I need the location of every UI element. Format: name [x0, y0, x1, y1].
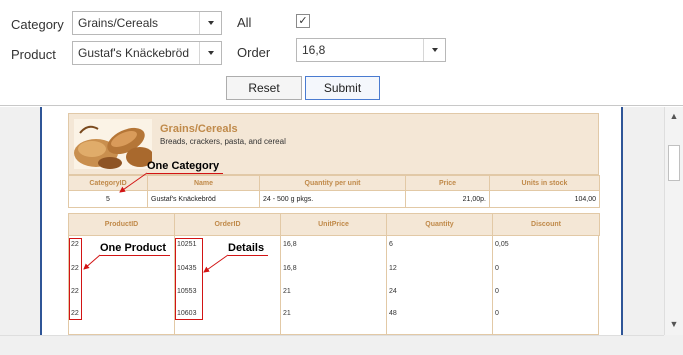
arrow-down-icon[interactable]: ▼ [665, 317, 683, 331]
horizontal-scrollbar[interactable] [0, 335, 664, 355]
vertical-scrollbar[interactable]: ▲ ▼ [664, 107, 683, 335]
order-combo-value: 16,8 [302, 43, 326, 57]
annotation-arrows [83, 172, 229, 273]
submit-button[interactable]: Submit [305, 76, 380, 100]
all-checkbox[interactable]: ✓ [296, 14, 310, 28]
arrow-up-icon[interactable]: ▲ [665, 109, 683, 123]
category-combo-value: Grains/Cereals [78, 16, 159, 30]
scroll-thumb[interactable] [668, 145, 680, 181]
all-label: All [237, 15, 252, 30]
product-label: Product [11, 47, 56, 62]
order-combo[interactable]: 16,8 [296, 38, 446, 62]
chevron-down-icon[interactable] [199, 42, 221, 64]
chevron-down-icon[interactable] [423, 39, 445, 61]
product-combo[interactable]: Gustaf's Knäckebröd [72, 41, 222, 65]
chevron-down-icon[interactable] [199, 12, 221, 34]
category-label: Category [11, 17, 64, 32]
report-viewer: Grains/Cereals Breads, crackers, pasta, … [0, 107, 683, 355]
reset-button[interactable]: Reset [226, 76, 302, 100]
filter-panel: Category Grains/Cereals All ✓ Product Gu… [0, 0, 683, 106]
scrollbar-corner [664, 335, 683, 355]
product-combo-value: Gustaf's Knäckebröd [78, 46, 190, 60]
order-label: Order [237, 45, 271, 60]
category-combo[interactable]: Grains/Cereals [72, 11, 222, 35]
report-page: Grains/Cereals Breads, crackers, pasta, … [40, 107, 623, 335]
